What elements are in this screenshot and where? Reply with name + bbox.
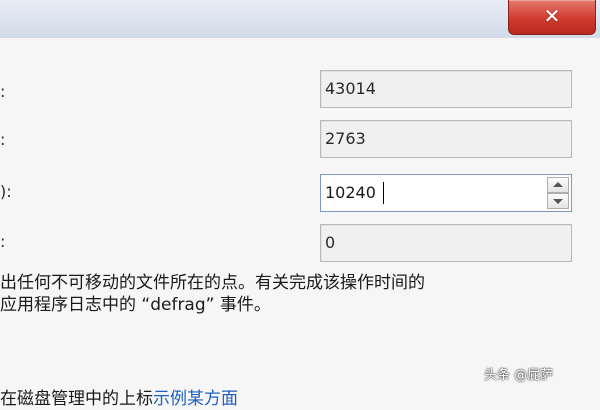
description-line-2: 应用程序日志中的 “defrag” 事件。 bbox=[0, 295, 271, 315]
text-caret bbox=[383, 182, 384, 204]
close-button[interactable]: ✕ bbox=[508, 0, 596, 35]
spin-down-button[interactable] bbox=[547, 193, 569, 209]
total-value-field: 43014 bbox=[320, 70, 572, 108]
spin-up-button[interactable] bbox=[547, 177, 569, 193]
size-spinner-input[interactable]: 10240 bbox=[320, 174, 572, 212]
second-value-field: 2763 bbox=[320, 120, 572, 158]
fourth-label-fragment: : bbox=[0, 232, 6, 251]
spinner-value[interactable]: 10240 bbox=[325, 175, 376, 211]
spinner-label-fragment: ): bbox=[0, 182, 12, 201]
bottom-text: 在磁盘管理中的上标 bbox=[0, 389, 153, 409]
description-text: 出任何不可移动的文件所在的点。有关完成该操作时间的 应用程序日志中的 “defr… bbox=[0, 272, 590, 316]
second-label-fragment: : bbox=[0, 130, 6, 149]
watermark: 头条 @屁萨 bbox=[484, 368, 554, 383]
bottom-text-line: 在磁盘管理中的上标示例某方面 bbox=[0, 388, 238, 410]
bottom-link[interactable]: 示例某方面 bbox=[153, 389, 238, 409]
total-label-fragment: : bbox=[0, 82, 6, 101]
fourth-value-field: 0 bbox=[320, 224, 572, 262]
arrow-up-icon bbox=[553, 182, 563, 187]
description-line-1: 出任何不可移动的文件所在的点。有关完成该操作时间的 bbox=[0, 273, 425, 293]
arrow-down-icon bbox=[553, 199, 563, 204]
close-icon: ✕ bbox=[543, 4, 561, 28]
